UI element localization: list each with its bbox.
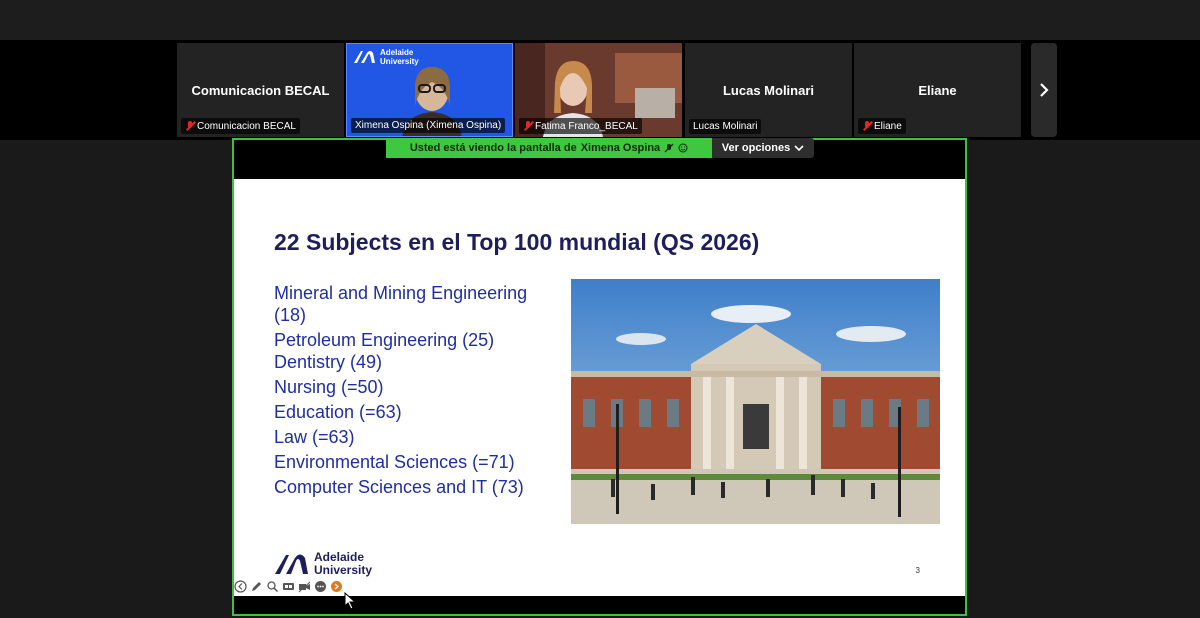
participant-label-text: Comunicacion BECAL bbox=[197, 120, 296, 132]
mouse-cursor-icon bbox=[344, 592, 357, 610]
share-banner: Usted está viendo la pantalla de Ximena … bbox=[386, 138, 712, 158]
participant-label-text: Lucas Molinari bbox=[693, 121, 758, 132]
subject-item: Petroleum Engineering (25) bbox=[274, 330, 495, 350]
participant-label-text: Ximena Ospina (Ximena Ospina) bbox=[355, 120, 502, 131]
share-banner-text: Usted está viendo la pantalla de bbox=[409, 142, 577, 154]
mic-muted-icon bbox=[185, 120, 195, 132]
pen-icon[interactable] bbox=[250, 580, 263, 593]
presentation-slide: 22 Subjects en el Top 100 mundial (QS 20… bbox=[234, 179, 965, 596]
mic-muted-icon bbox=[664, 143, 674, 152]
participant-tile[interactable]: Lucas Molinari Lucas Molinari bbox=[685, 43, 852, 137]
pointer-icon[interactable] bbox=[330, 580, 343, 593]
slide-controls bbox=[234, 580, 343, 593]
logo-line1: Adelaide bbox=[380, 48, 414, 57]
share-presenter-name: Ximena Ospina bbox=[580, 142, 661, 154]
participant-tile[interactable]: Comunicacion BECAL Comunicacion BECAL bbox=[177, 43, 344, 137]
next-participants-button[interactable] bbox=[1031, 43, 1057, 137]
adelaide-logo: Adelaide University bbox=[274, 551, 372, 577]
mic-muted-icon bbox=[523, 120, 533, 132]
view-options-button[interactable]: Ver opciones bbox=[712, 138, 814, 158]
chevron-down-icon bbox=[794, 144, 804, 151]
captions-icon[interactable] bbox=[282, 580, 295, 593]
participant-label: Comunicacion BECAL bbox=[181, 118, 300, 134]
subjects-list: Mineral and Mining Engineering (18) Petr… bbox=[274, 282, 554, 501]
participant-tile-video[interactable]: Adelaide University Ximena Ospina (Ximen… bbox=[346, 43, 513, 137]
participant-name: Comunicacion BECAL bbox=[191, 83, 330, 98]
participant-label-text: Fatima Franco_BECAL bbox=[535, 120, 638, 132]
zoom-icon[interactable] bbox=[266, 580, 279, 593]
view-options-label: Ver opciones bbox=[721, 142, 791, 154]
subject-item: Environmental Sciences (=71) bbox=[274, 452, 515, 472]
chevron-right-icon bbox=[1040, 83, 1049, 97]
subject-item: Nursing (=50) bbox=[274, 377, 384, 397]
smiley-icon bbox=[678, 143, 688, 153]
participant-name: Eliane bbox=[918, 83, 957, 98]
subject-item: Education (=63) bbox=[274, 402, 402, 422]
logo-line2: University bbox=[314, 563, 373, 577]
video-icon[interactable] bbox=[298, 580, 311, 593]
participant-label: Fatima Franco_BECAL bbox=[519, 118, 642, 134]
university-building-photo bbox=[571, 279, 940, 524]
participant-label: Ximena Ospina (Ximena Ospina) bbox=[351, 118, 506, 133]
participant-name: Lucas Molinari bbox=[722, 83, 815, 98]
mic-muted-icon bbox=[862, 120, 872, 132]
participant-tile-video[interactable]: Fatima Franco_BECAL bbox=[515, 43, 682, 137]
subject-item: Law (=63) bbox=[274, 427, 355, 447]
subject-item: Dentistry (49) bbox=[274, 352, 383, 372]
participant-tile[interactable]: Eliane Eliane bbox=[854, 43, 1021, 137]
participant-label-text: Eliane bbox=[874, 120, 902, 132]
participant-label: Eliane bbox=[858, 118, 906, 134]
slide-page-number: 3 bbox=[915, 566, 920, 575]
adelaide-logo-mark-icon bbox=[275, 554, 308, 574]
window-top-bar bbox=[0, 0, 1200, 40]
more-icon[interactable] bbox=[314, 580, 327, 593]
participant-label: Lucas Molinari bbox=[689, 119, 762, 134]
back-icon[interactable] bbox=[234, 580, 247, 593]
subject-item: Computer Sciences and IT (73) bbox=[274, 477, 524, 497]
adelaide-logo-mark-icon bbox=[354, 51, 375, 63]
subject-item: Mineral and Mining Engineering (18) bbox=[274, 283, 528, 325]
slide-title: 22 Subjects en el Top 100 mundial (QS 20… bbox=[274, 229, 760, 255]
